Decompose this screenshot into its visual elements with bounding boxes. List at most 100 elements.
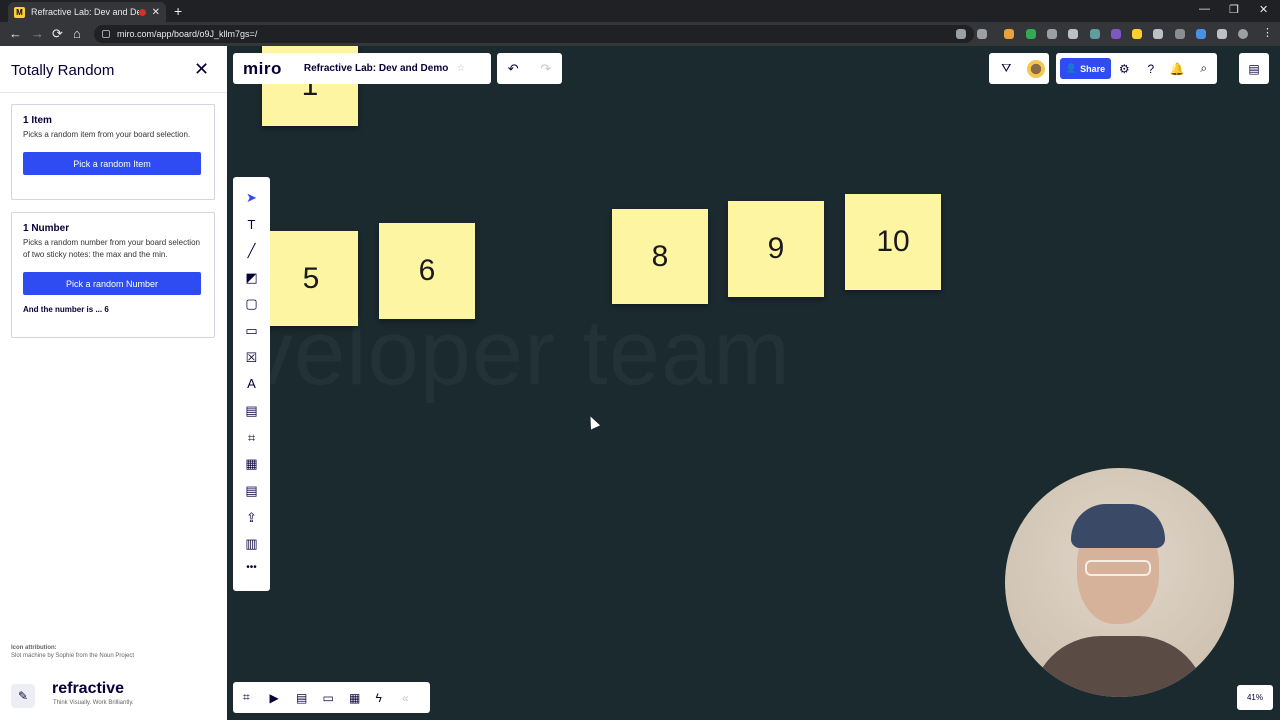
sidebar-divider	[0, 92, 227, 93]
cards-icon[interactable]: ▦	[349, 691, 376, 705]
random-number-result: And the number is ... 6	[23, 305, 109, 314]
new-tab-button[interactable]: +	[174, 3, 182, 19]
mouse-cursor-icon	[585, 414, 601, 430]
table-tool-icon[interactable]: ▦	[233, 456, 270, 472]
frames-icon[interactable]: ⌗	[243, 690, 270, 705]
browser-menu-icon[interactable]: ⋮	[1262, 26, 1273, 39]
share-label: Share	[1080, 63, 1106, 74]
bell-icon[interactable]: 🔔	[1164, 62, 1191, 76]
brand-tagline: Think Visually. Work Brilliantly.	[53, 700, 134, 706]
lock-icon	[102, 30, 110, 38]
random-number-card: 1 Number Picks a random number from your…	[11, 212, 215, 338]
extension-icon[interactable]	[1175, 29, 1185, 39]
template-tool-icon[interactable]: ▤	[233, 483, 270, 499]
icon-attribution: Icon attribution: Slot machine by Sophie…	[11, 644, 134, 660]
collaborator-avatar[interactable]	[1027, 59, 1046, 78]
settings-icon[interactable]: ⚙	[1111, 62, 1138, 76]
zoom-level[interactable]: 41%	[1237, 685, 1273, 710]
pen-tool-icon[interactable]: A	[233, 376, 270, 391]
presenter-body	[1031, 636, 1207, 697]
star-icon[interactable]: ☆	[456, 63, 465, 74]
undo-icon[interactable]: ↶	[508, 61, 519, 77]
upload-tool-icon[interactable]: ⇪	[233, 510, 270, 526]
shape-tool-icon[interactable]: ▢	[233, 296, 270, 312]
line-tool-icon[interactable]: ╱	[233, 243, 270, 259]
refractive-logo: refractive	[52, 680, 125, 697]
sticky-note[interactable]: 8	[612, 209, 708, 304]
forward-icon[interactable]: →	[31, 26, 44, 41]
board-name[interactable]: Refractive Lab: Dev and Demo	[304, 63, 449, 74]
browser-tab[interactable]: M Refractive Lab: Dev and Dem ✕	[8, 2, 166, 22]
presentation-icon[interactable]: ▶	[270, 691, 297, 705]
bottom-toolbar: ⌗ ▶ ▤ ▭ ▦ ϟ «	[233, 682, 430, 713]
board-actions: 👤 Share ⚙ ? 🔔 ⌕	[1056, 53, 1217, 84]
presenter-cap	[1071, 504, 1165, 548]
search-icon[interactable]: ⌕	[1191, 61, 1218, 76]
back-icon[interactable]: ←	[9, 26, 22, 41]
sticky-note[interactable]: 10	[845, 194, 941, 290]
restore-icon[interactable]: ❐	[1229, 3, 1239, 16]
select-tool-icon[interactable]: ➤	[233, 190, 270, 206]
browser-tabstrip: M Refractive Lab: Dev and Dem ✕ + — ❐ ✕	[0, 0, 1280, 22]
tab-title: Refractive Lab: Dev and Dem	[31, 7, 139, 17]
extension-icon[interactable]	[1090, 29, 1100, 39]
reload-icon[interactable]: ⟳	[52, 26, 63, 42]
extension-icon[interactable]	[1004, 29, 1014, 39]
plugin-settings-icon[interactable]: ✎	[11, 684, 35, 708]
more-tools-icon[interactable]: •••	[233, 562, 270, 573]
pick-random-item-button[interactable]: Pick a random Item	[23, 152, 201, 175]
comment-tool-icon[interactable]: ▤	[233, 403, 270, 419]
share-button[interactable]: 👤 Share	[1060, 58, 1112, 79]
undo-redo-group: ↶ ↷	[497, 53, 562, 84]
collapse-icon[interactable]: «	[402, 691, 429, 705]
minimize-icon[interactable]: —	[1199, 3, 1210, 15]
card-description: Picks a random item from your board sele…	[23, 130, 191, 139]
bookmark-star-icon[interactable]	[977, 29, 987, 39]
address-bar[interactable]: miro.com/app/board/o9J_kllm7gs=/	[94, 25, 974, 43]
presenter-glasses	[1085, 560, 1151, 576]
profile-avatar[interactable]	[1238, 29, 1248, 39]
pick-random-number-button[interactable]: Pick a random Number	[23, 272, 201, 295]
screen-share-icon[interactable]: ▭	[323, 691, 350, 705]
browser-toolbar: ← → ⟳ ⌂ miro.com/app/board/o9J_kllm7gs=/…	[0, 22, 1280, 46]
frame-tool-icon[interactable]: ⌗	[233, 430, 270, 446]
extension-icon[interactable]	[1196, 29, 1206, 39]
help-icon[interactable]: ?	[1138, 62, 1165, 76]
apps-bolt-icon[interactable]: ϟ	[376, 691, 403, 705]
sticky-note-tool-icon[interactable]: ◩	[233, 270, 270, 286]
crop-tool-icon[interactable]: ☒	[233, 350, 270, 366]
card-tool-icon[interactable]: ▭	[233, 323, 270, 339]
tab-close-icon[interactable]: ✕	[152, 7, 160, 18]
miro-logo[interactable]: miro	[243, 59, 282, 79]
card-title: 1 Number	[23, 223, 70, 234]
user-icon: 👤	[1065, 63, 1078, 73]
sidebar-close-icon[interactable]: ✕	[194, 59, 209, 80]
extension-icon[interactable]	[1026, 29, 1036, 39]
redo-icon[interactable]: ↷	[540, 61, 551, 77]
card-title: 1 Item	[23, 115, 52, 126]
text-tool-icon[interactable]: T	[233, 217, 270, 232]
extension-icon[interactable]	[1068, 29, 1078, 39]
kanban-tool-icon[interactable]: ▥	[233, 536, 270, 552]
puzzle-icon[interactable]	[1217, 29, 1227, 39]
filter-icon[interactable]: ⛛	[993, 61, 1020, 76]
collaborators-group: ⛛	[989, 53, 1049, 84]
miro-extension-icon[interactable]	[1132, 29, 1142, 39]
url-text: miro.com/app/board/o9J_kllm7gs=/	[117, 29, 258, 39]
webcam-overlay	[1005, 468, 1234, 697]
attribution-title: Icon attribution:	[11, 645, 57, 651]
home-icon[interactable]: ⌂	[73, 26, 81, 41]
camera-icon[interactable]	[956, 29, 966, 39]
miro-favicon-icon: M	[14, 6, 25, 18]
creation-toolbar: ➤ T ╱ ◩ ▢ ▭ ☒ A ▤ ⌗ ▦ ▤ ⇪ ▥ •••	[233, 177, 270, 591]
extension-icon[interactable]	[1153, 29, 1163, 39]
extension-icon[interactable]	[1047, 29, 1057, 39]
extension-icon[interactable]	[1111, 29, 1121, 39]
recording-icon	[138, 8, 146, 16]
sticky-note[interactable]: 6	[379, 223, 475, 319]
sticky-note[interactable]: 5	[264, 231, 358, 326]
sticky-note[interactable]: 9	[728, 201, 824, 297]
panel-toggle-icon[interactable]: ▤	[1239, 53, 1269, 84]
window-close-icon[interactable]: ✕	[1259, 3, 1268, 16]
chat-icon[interactable]: ▤	[296, 691, 323, 705]
